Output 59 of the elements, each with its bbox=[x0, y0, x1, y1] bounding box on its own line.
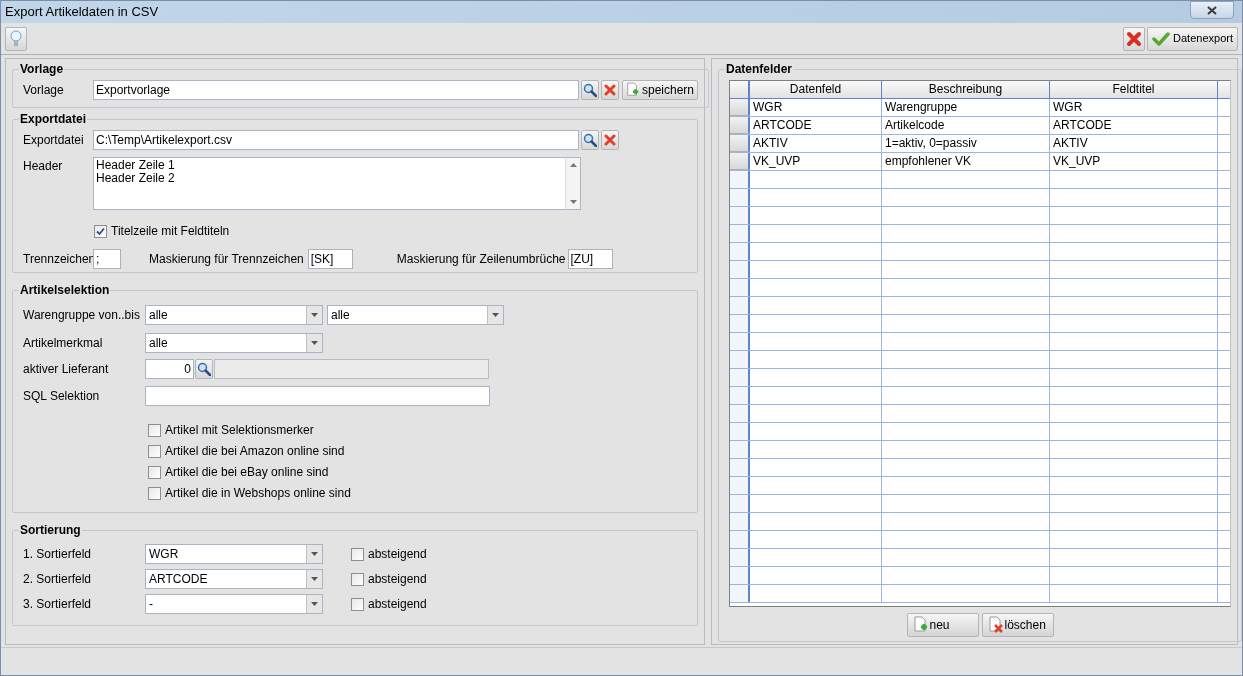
table-cell[interactable]: WGR bbox=[1050, 99, 1218, 116]
table-cell[interactable]: VK_UVP bbox=[750, 153, 882, 170]
window-title: Export Artikeldaten in CSV bbox=[5, 3, 159, 22]
section-title: Sortierung bbox=[19, 522, 82, 539]
save-button[interactable]: speichern bbox=[622, 80, 698, 100]
table-cell[interactable]: VK_UVP bbox=[1050, 153, 1218, 170]
section-title: Vorlage bbox=[19, 61, 65, 78]
table-cell[interactable]: Warengruppe bbox=[882, 99, 1050, 116]
checkbox-label: Artikel die bei Amazon online sind bbox=[165, 444, 345, 458]
column-header[interactable]: Feldtitel bbox=[1050, 81, 1218, 98]
field-label: Header bbox=[23, 158, 64, 175]
table-cell[interactable]: WGR bbox=[750, 99, 882, 116]
section-title: Exportdatei bbox=[19, 111, 87, 128]
checkbox-label: absteigend bbox=[368, 596, 427, 613]
checkbox-label: Artikel die bei eBay online sind bbox=[165, 465, 329, 479]
field-label: SQL Selektion bbox=[23, 388, 101, 405]
dropdown[interactable]: alle bbox=[327, 305, 504, 325]
dropdown[interactable]: alle bbox=[145, 333, 323, 353]
checkbox-label: Titelzeile mit Feldtiteln bbox=[111, 223, 230, 240]
field-label: Warengruppe von..bis bbox=[23, 307, 141, 324]
checkbox-label: absteigend bbox=[368, 546, 427, 563]
linebreak-mask-field[interactable]: [ZU] bbox=[567, 249, 613, 269]
separator-field[interactable]: ; bbox=[93, 249, 121, 269]
field-label: Trennzeichen bbox=[23, 251, 93, 268]
table-cell[interactable]: ARTCODE bbox=[1050, 117, 1218, 134]
field-label: 3. Sortierfeld bbox=[23, 596, 93, 613]
checkbox-label: Artikel die in Webshops online sind bbox=[165, 486, 351, 500]
template-field[interactable]: Exportvorlage bbox=[93, 80, 579, 100]
table-cell[interactable]: AKTIV bbox=[750, 135, 882, 152]
file-path-field[interactable]: C:\Temp\Artikelexport.csv bbox=[93, 130, 579, 150]
dropdown[interactable]: WGR bbox=[145, 544, 323, 564]
export-button[interactable]: Datenexport bbox=[1147, 26, 1238, 51]
delete-button[interactable]: löschen bbox=[981, 613, 1054, 637]
field-label: 1. Sortierfeld bbox=[23, 546, 93, 563]
table-cell[interactable]: 1=aktiv, 0=passiv bbox=[882, 135, 1050, 152]
supplier-number-field[interactable]: 0 bbox=[145, 359, 194, 379]
field-label: Maskierung für Trennzeichen bbox=[149, 251, 304, 268]
section-title: Datenfelder bbox=[725, 61, 794, 78]
field-label: aktiver Lieferant bbox=[23, 361, 110, 378]
dropdown[interactable]: - bbox=[145, 594, 323, 614]
header-field[interactable]: Header Zeile 1 Header Zeile 2 bbox=[93, 157, 565, 210]
table-cell[interactable]: AKTIV bbox=[1050, 135, 1218, 152]
field-label: 2. Sortierfeld bbox=[23, 571, 93, 588]
table-cell[interactable]: ARTCODE bbox=[750, 117, 882, 134]
field-label: Vorlage bbox=[23, 82, 65, 99]
dropdown[interactable]: ARTCODE bbox=[145, 569, 323, 589]
field-label: Exportdatei bbox=[23, 132, 85, 149]
field-label: Maskierung für Zeilenumbrüche bbox=[396, 251, 566, 268]
checkbox-label: absteigend bbox=[368, 571, 427, 588]
field-label: Artikelmerkmal bbox=[23, 335, 104, 352]
separator-mask-field[interactable]: [SK] bbox=[307, 249, 353, 269]
column-header[interactable]: Datenfeld bbox=[750, 81, 882, 98]
table-cell[interactable]: empfohlener VK bbox=[882, 153, 1050, 170]
column-header[interactable]: Beschreibung bbox=[882, 81, 1050, 98]
table-cell[interactable]: Artikelcode bbox=[882, 117, 1050, 134]
section-title: Artikelselektion bbox=[19, 282, 111, 299]
dropdown[interactable]: alle bbox=[145, 305, 323, 325]
new-button[interactable]: neu bbox=[906, 613, 979, 637]
checkbox-label: Artikel mit Selektionsmerker bbox=[165, 423, 314, 437]
